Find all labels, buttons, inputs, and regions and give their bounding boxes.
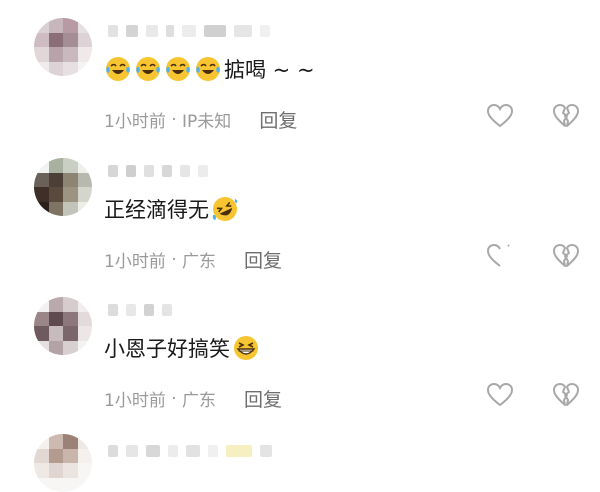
avatar[interactable] (34, 297, 92, 355)
comment-location: IP未知 (182, 112, 232, 132)
comment-time: 1小时前 (104, 391, 166, 411)
comment-item: 小恩子好搞笑 1小时前 · 广东 回复 (0, 297, 600, 435)
avatar[interactable] (34, 158, 92, 216)
tears-of-joy-emoji (196, 57, 220, 81)
reply-button[interactable]: 回复 (244, 246, 282, 273)
avatar[interactable] (34, 434, 92, 492)
comment-item: 正经滴得无 1小时前 · 广东 回复 (0, 158, 600, 296)
heart-outline-icon[interactable] (486, 242, 514, 270)
username-blurred[interactable] (108, 301, 172, 319)
broken-heart-icon[interactable] (552, 102, 580, 130)
reply-button[interactable]: 回复 (244, 385, 282, 412)
grinning-squinting-emoji (234, 336, 258, 360)
username-blurred[interactable] (108, 442, 272, 460)
comment-item-partial (0, 434, 600, 492)
comment-text: 正经滴得无 (104, 194, 239, 224)
comment-location: 广东 (182, 252, 217, 272)
meta-separator: · (165, 388, 183, 409)
rolling-on-floor-laughing-emoji (212, 197, 238, 221)
broken-heart-icon[interactable] (552, 381, 580, 409)
heart-outline-icon[interactable] (486, 102, 514, 130)
comment-meta: 1小时前 · IP未知 回复 (104, 106, 297, 133)
username-blurred[interactable] (108, 22, 270, 40)
comment-time: 1小时前 (104, 252, 166, 272)
meta-separator: · (165, 249, 183, 270)
tears-of-joy-emoji (106, 57, 130, 81)
reply-button[interactable]: 回复 (259, 106, 297, 133)
tears-of-joy-emoji (136, 57, 160, 81)
meta-separator: · (165, 109, 183, 130)
tears-of-joy-emoji (166, 57, 190, 81)
username-blurred[interactable] (108, 162, 208, 180)
comment-text-content: 掂喝 ~ ~ (224, 58, 315, 82)
broken-heart-icon[interactable] (552, 242, 580, 270)
comment-item: 掂喝 ~ ~ 1小时前 · IP未知 回复 (0, 18, 600, 156)
comment-text-content: 小恩子好搞笑 (104, 337, 230, 361)
comment-text-content: 正经滴得无 (104, 198, 209, 222)
heart-outline-icon[interactable] (486, 381, 514, 409)
comment-time: 1小时前 (104, 112, 166, 132)
comment-location: 广东 (182, 391, 217, 411)
comment-meta: 1小时前 · 广东 回复 (104, 246, 282, 273)
avatar[interactable] (34, 18, 92, 76)
comment-meta: 1小时前 · 广东 回复 (104, 385, 282, 412)
comment-text: 掂喝 ~ ~ (104, 54, 315, 84)
comment-text: 小恩子好搞笑 (104, 333, 260, 363)
